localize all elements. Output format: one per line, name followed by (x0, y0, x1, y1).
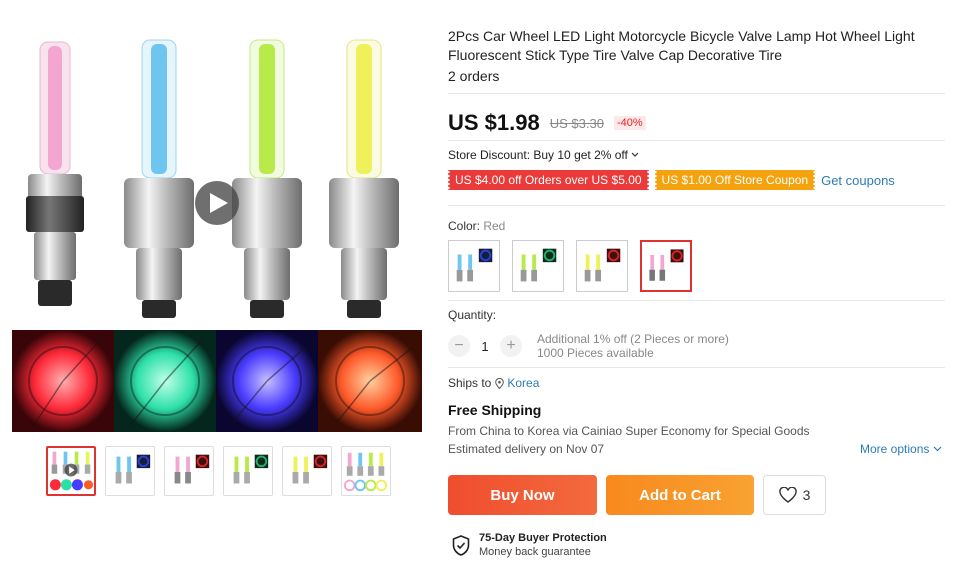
ships-to-label: Ships to (448, 376, 492, 390)
swatch-red-image (649, 249, 684, 281)
valve-light-yellow (329, 39, 399, 318)
ships-to-country-text: Korea (507, 376, 540, 390)
main-image-artwork (12, 39, 422, 432)
color-option-yellow[interactable] (576, 240, 628, 292)
play-video-button[interactable] (195, 181, 239, 225)
thumbnail-3-image (165, 447, 213, 495)
add-to-cart-button[interactable]: Add to Cart (606, 475, 754, 515)
thumbnail-2-image (106, 447, 154, 495)
main-product-image[interactable] (12, 28, 422, 436)
free-shipping-title: Free Shipping (448, 402, 542, 418)
quantity-available: 1000 Pieces available (537, 346, 654, 360)
thumbnail-5[interactable] (282, 446, 332, 496)
thumbnail-5-image (283, 447, 331, 495)
quantity-increase-button[interactable]: + (500, 335, 522, 357)
shield-check-icon (452, 534, 470, 556)
ships-to-country[interactable]: Korea (495, 376, 539, 390)
thumbnail-6[interactable] (341, 446, 391, 496)
chevron-down-icon (631, 152, 639, 157)
color-label-text: Color: (448, 219, 484, 233)
product-title: 2Pcs Car Wheel LED Light Motorcycle Bicy… (448, 28, 915, 63)
valve-light-green (232, 39, 302, 318)
heart-icon (778, 487, 797, 503)
order-count: 2 orders (448, 68, 500, 84)
thumbnail-strip (46, 446, 391, 496)
product-gallery (0, 0, 432, 574)
thumbnail-1[interactable] (46, 446, 96, 496)
original-price: US $3.30 (549, 115, 604, 131)
protection-subtitle: Money back guarantee (479, 546, 591, 558)
thumbnail-2[interactable] (105, 446, 155, 496)
quantity-label: Quantity: (448, 308, 497, 322)
store-discount[interactable]: Store Discount: Buy 10 get 2% off (448, 148, 639, 162)
divider (448, 140, 945, 141)
get-coupons-link[interactable]: Get coupons (821, 173, 895, 188)
color-option-green[interactable] (512, 240, 564, 292)
ships-to: Ships to Korea (448, 376, 539, 390)
thumbnail-4-image (224, 447, 272, 495)
current-price: US $1.98 (448, 110, 540, 135)
swatch-green-image (520, 248, 557, 282)
more-options-link[interactable]: More options (860, 442, 942, 456)
buyer-protection: 75-Day Buyer Protection Money back guara… (452, 532, 607, 558)
store-discount-text: Store Discount: Buy 10 get 2% off (448, 148, 628, 162)
thumbnail-1-image (48, 448, 94, 494)
quantity-decrease-button[interactable]: − (448, 335, 470, 357)
coupon-orders-over[interactable]: US $4.00 off Orders over US $5.00 (447, 170, 650, 190)
price-row: US $1.98 US $3.30 -40% (448, 110, 646, 136)
swatch-yellow-image (584, 248, 621, 282)
color-option-red[interactable] (640, 240, 692, 292)
color-swatches (448, 240, 692, 292)
location-pin-icon (495, 377, 505, 389)
thumbnail-4[interactable] (223, 446, 273, 496)
swatch-blue-image (456, 248, 493, 282)
discount-badge: -40% (613, 116, 646, 130)
chevron-down-icon (933, 446, 942, 452)
estimated-delivery: Estimated delivery on Nov 07 (448, 442, 605, 456)
quantity-stepper: − + Additional 1% off (2 Pieces or more)… (448, 332, 729, 360)
color-option-blue[interactable] (448, 240, 500, 292)
divider (448, 300, 945, 301)
valve-light-blue (124, 39, 194, 318)
divider (448, 205, 945, 206)
coupon-row: US $4.00 off Orders over US $5.00 US $1.… (447, 170, 895, 190)
buy-now-button[interactable]: Buy Now (448, 475, 597, 515)
wishlist-button[interactable]: 3 (763, 475, 826, 515)
play-icon (210, 193, 228, 213)
more-options-text: More options (860, 442, 930, 456)
valve-light-pink (26, 41, 84, 306)
quantity-input[interactable] (470, 338, 500, 354)
shipping-detail: From China to Korea via Cainiao Super Ec… (448, 424, 810, 438)
quantity-note: Additional 1% off (2 Pieces or more) 100… (537, 332, 729, 360)
divider (448, 367, 945, 368)
thumbnail-3[interactable] (164, 446, 214, 496)
wishlist-count: 3 (802, 487, 811, 503)
divider (448, 93, 945, 94)
thumbnail-6-image (342, 447, 390, 495)
color-selected-value: Red (483, 219, 506, 233)
wheel-glow-strip (12, 330, 422, 432)
action-buttons: Buy Now Add to Cart 3 (448, 475, 826, 515)
color-label: Color: Red (448, 219, 505, 233)
quantity-discount-note: Additional 1% off (2 Pieces or more) (537, 332, 729, 346)
coupon-store[interactable]: US $1.00 Off Store Coupon (653, 170, 816, 190)
protection-title: 75-Day Buyer Protection (479, 532, 607, 544)
